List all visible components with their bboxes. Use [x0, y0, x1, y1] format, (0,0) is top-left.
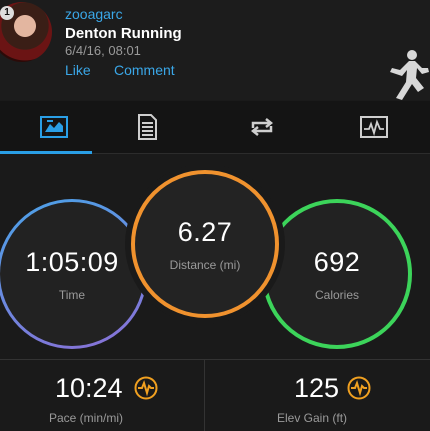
like-button[interactable]: Like — [65, 62, 91, 78]
distance-stat-circle: 6.27 Distance (mi) — [131, 170, 279, 318]
tab-details[interactable] — [93, 101, 200, 153]
time-value: 1:05:09 — [25, 246, 119, 277]
tab-laps[interactable] — [208, 101, 315, 153]
calories-label: Calories — [314, 287, 359, 302]
stats-area: 1:05:09 Time 692 Calories 6.27 Distance … — [0, 154, 430, 359]
charts-icon — [359, 116, 388, 138]
details-list-icon — [137, 114, 157, 140]
elev-gain-pulse-chart-icon[interactable] — [347, 376, 371, 400]
elev-gain-label: Elev Gain (ft) — [277, 411, 348, 425]
calories-stat-circle: 692 Calories — [262, 199, 412, 349]
distance-value: 6.27 — [177, 216, 233, 247]
time-stat-circle: 1:05:09 Time — [0, 199, 147, 349]
comment-button[interactable]: Comment — [114, 62, 175, 78]
metrics-divider — [204, 360, 205, 431]
activity-date: 6/4/16, 08:01 — [65, 43, 141, 58]
pace-label: Pace (min/mi) — [49, 411, 124, 425]
pace-pulse-chart-icon[interactable] — [134, 376, 158, 400]
pace-value: 10:24 — [55, 373, 123, 403]
running-person-icon — [390, 50, 429, 100]
distance-label: Distance (mi) — [169, 257, 241, 272]
tab-overview[interactable] — [0, 101, 107, 153]
time-label: Time — [58, 287, 86, 302]
activity-header: 1 zooagarc Denton Running 6/4/16, 08:01 … — [0, 0, 430, 100]
activity-title: Denton Running — [65, 25, 182, 42]
tab-bar — [0, 101, 430, 154]
calories-value: 692 — [313, 246, 361, 277]
username-link[interactable]: zooagarc — [65, 6, 123, 22]
avatar-badge: 1 — [0, 6, 14, 20]
tab-charts[interactable] — [320, 101, 427, 153]
elev-gain-value: 125 — [294, 373, 340, 403]
overview-icon — [39, 116, 68, 138]
metrics-row: 10:24 Pace (min/mi) 125 Elev Gain (ft) — [0, 359, 430, 431]
laps-repeat-icon — [250, 118, 273, 136]
